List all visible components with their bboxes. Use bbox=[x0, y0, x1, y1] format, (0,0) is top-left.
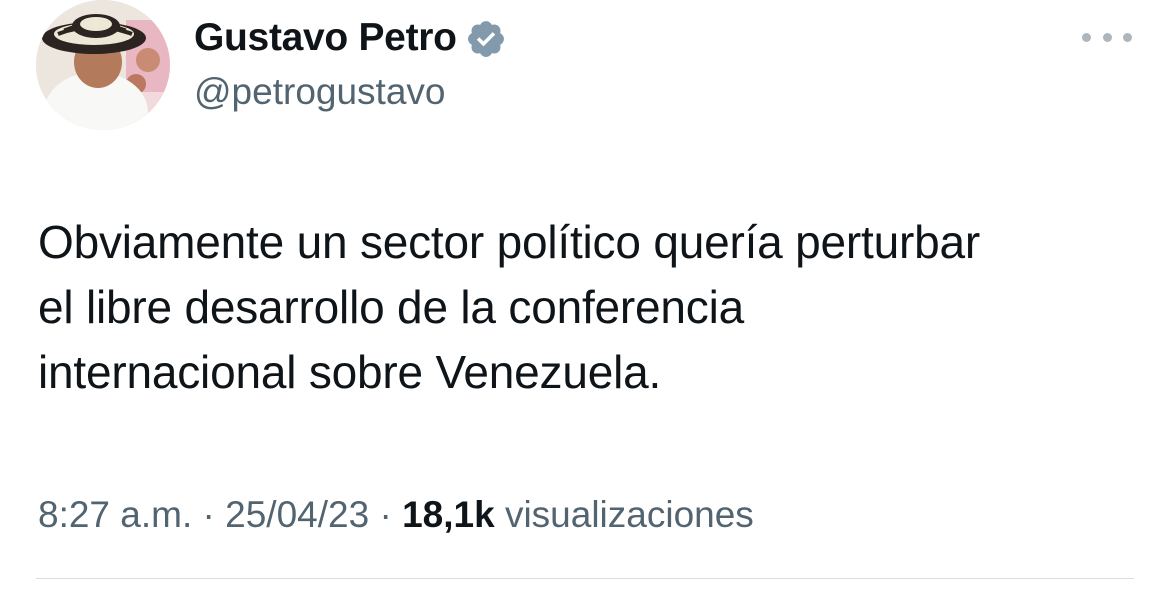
author-handle[interactable]: @petrogustavo bbox=[194, 68, 445, 116]
separator: · bbox=[379, 494, 392, 535]
divider bbox=[36, 578, 1134, 579]
more-horizontal-icon bbox=[1082, 32, 1091, 42]
views-label: visualizaciones bbox=[504, 494, 754, 535]
separator: · bbox=[202, 494, 215, 535]
more-options-button[interactable] bbox=[1082, 22, 1132, 52]
more-horizontal-icon-dot bbox=[1123, 32, 1132, 42]
tweet-text-line: Obviamente un sector político quería per… bbox=[38, 216, 980, 268]
tweet-text-line: internacional sobre Venezuela. bbox=[38, 346, 662, 398]
tweet-text-line: el libre desarrollo de la conferencia bbox=[38, 281, 745, 333]
tweet-date[interactable]: 25/04/23 bbox=[225, 494, 369, 535]
author-name-row[interactable]: Gustavo Petro bbox=[194, 14, 507, 62]
tweet-text: Obviamente un sector político quería per… bbox=[38, 210, 1138, 405]
display-name[interactable]: Gustavo Petro bbox=[194, 14, 457, 62]
tweet-metadata: 8:27 a.m. · 25/04/23 · 18,1k visualizaci… bbox=[38, 490, 754, 540]
verified-badge-icon bbox=[465, 18, 507, 60]
tweet-time[interactable]: 8:27 a.m. bbox=[38, 494, 192, 535]
more-horizontal-icon-dot bbox=[1102, 32, 1112, 42]
avatar[interactable] bbox=[36, 0, 170, 130]
views-count: 18,1k bbox=[402, 494, 495, 535]
